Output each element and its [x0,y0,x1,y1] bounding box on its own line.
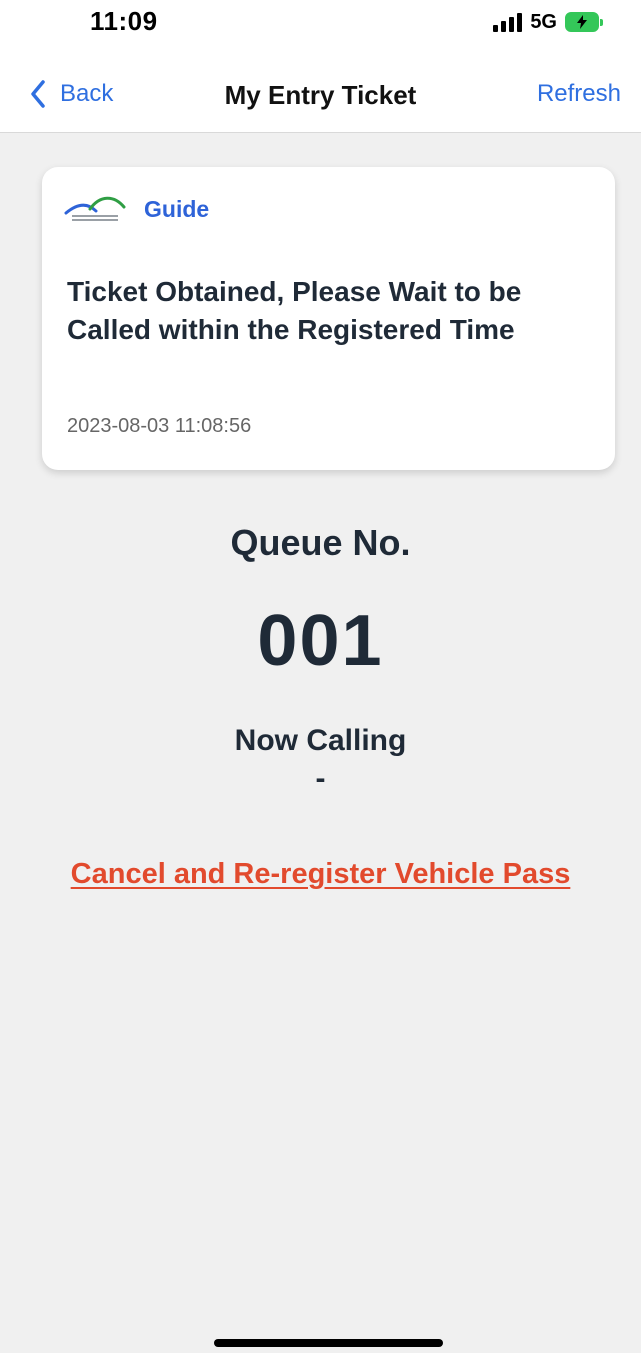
signal-icon [493,12,523,32]
battery-charging-icon [565,12,603,32]
notification-card: Guide Ticket Obtained, Please Wait to be… [42,167,615,470]
status-time: 11:09 [90,6,158,36]
status-bar: 11:09 5G [0,0,641,50]
refresh-button[interactable]: Refresh [537,80,621,108]
now-calling-label: Now Calling [234,724,407,757]
card-title: Ticket Obtained, Please Wait to be Calle… [67,276,522,345]
network-type: 5G [530,10,557,33]
queue-label: Queue No. [230,522,411,563]
status-indicators: 5G [493,8,603,36]
home-indicator [214,1339,443,1347]
card-label: Guide [144,195,210,222]
now-calling-value: - [315,762,326,795]
guide-logo-icon [64,196,126,221]
queue-number: 001 [257,601,384,681]
cancel-reregister-link[interactable]: Cancel and Re-register Vehicle Pass [0,858,641,891]
navigation-bar: Back My Entry Ticket Refresh [0,50,641,133]
card-timestamp: 2023-08-03 11:08:56 [67,415,252,437]
card-header: Guide [64,195,209,223]
